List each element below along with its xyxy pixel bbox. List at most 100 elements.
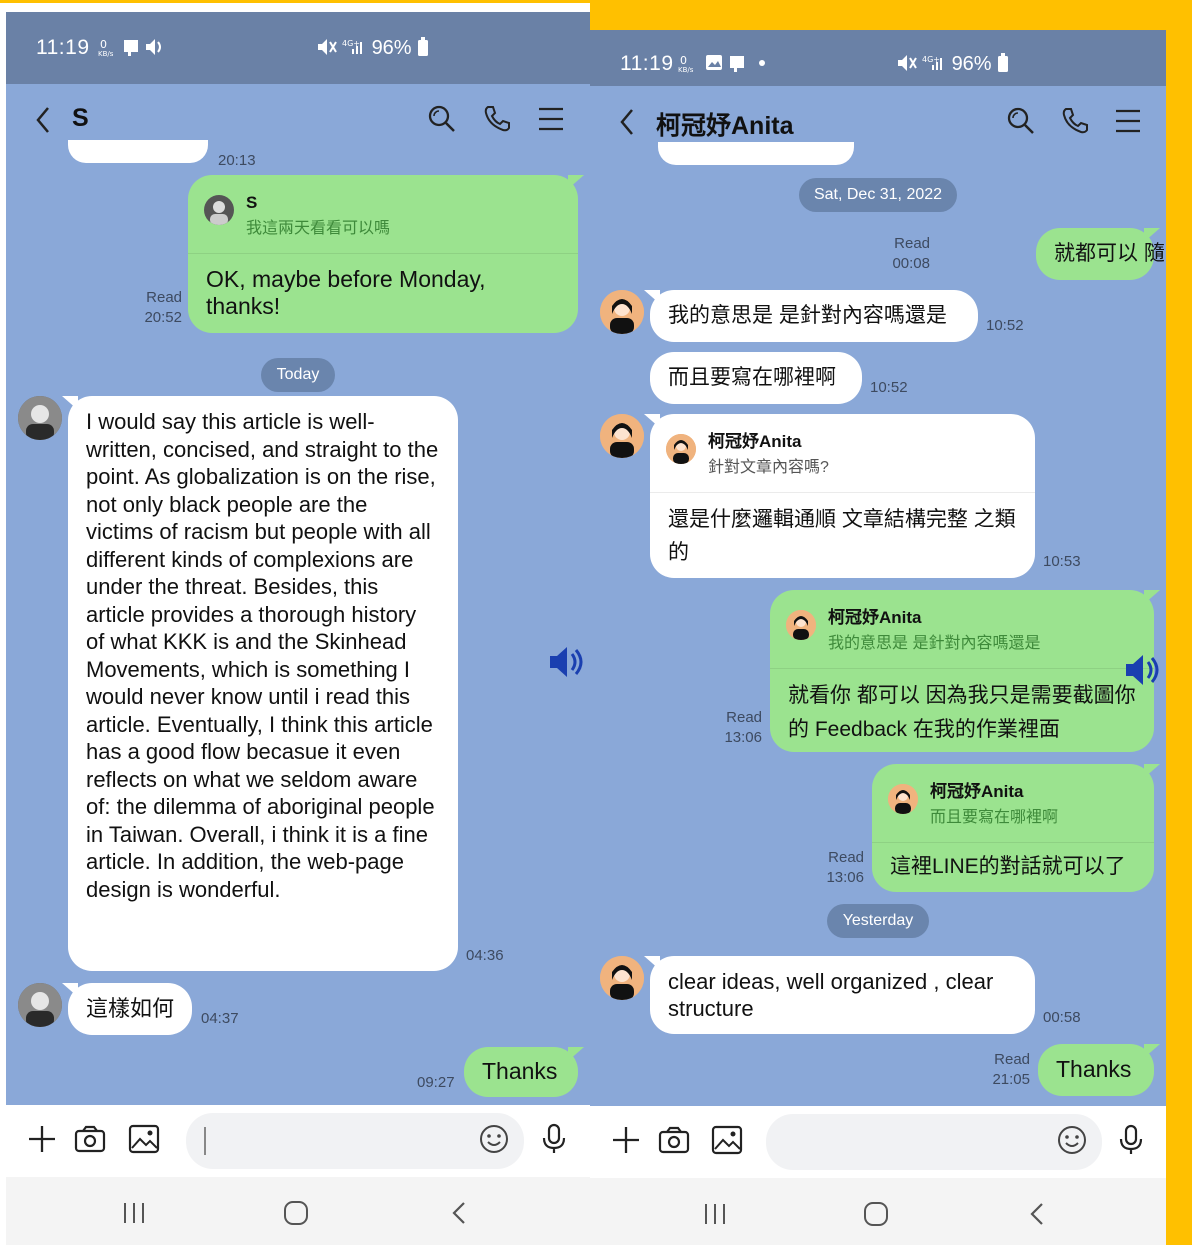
received-reply-bubble[interactable]: 柯冠妤Anita 針對文章內容嗎? 還是什麼邏輯通順 文章結構完整 之類的	[644, 414, 1035, 578]
phone-call-icon[interactable]	[482, 104, 512, 134]
image-icon[interactable]	[128, 1123, 160, 1155]
message-time: 13:06	[724, 729, 762, 746]
date-separator: Today	[261, 358, 335, 392]
sent-message-bubble[interactable]: 就都可以 隨意發揮	[1036, 228, 1166, 280]
network-speed-icon: 0KB/s	[98, 38, 161, 58]
home-icon[interactable]	[862, 1200, 890, 1228]
sent-message-bubble[interactable]: Thanks	[464, 1047, 584, 1097]
reply-quoted-text: 我的意思是 是針對內容嗎還是	[828, 635, 1041, 652]
reply-quote[interactable]: 柯冠妤Anita 而且要寫在哪裡啊	[872, 764, 1154, 843]
message-text: clear ideas, well organized , clear stru…	[668, 969, 994, 1021]
message-text: 就都可以 隨意發揮	[1054, 242, 1166, 265]
received-message-bubble[interactable]: 而且要寫在哪裡啊	[650, 352, 862, 404]
chat-title: 柯冠妤Anita	[656, 112, 794, 140]
microphone-icon[interactable]	[538, 1123, 570, 1155]
received-message-bubble[interactable]: 我的意思是 是針對內容嗎還是	[644, 290, 978, 342]
emoji-icon[interactable]	[1056, 1124, 1088, 1156]
recent-apps-icon[interactable]	[701, 1200, 729, 1228]
message-input[interactable]	[186, 1113, 524, 1169]
avatar	[204, 195, 234, 225]
microphone-icon[interactable]	[1115, 1124, 1147, 1156]
read-receipt: Read 13:06	[814, 848, 864, 888]
recent-apps-icon[interactable]	[120, 1199, 148, 1227]
battery-icon	[418, 37, 429, 56]
message-list: 20:13 S 我這兩天看看可以嗎 OK, maybe before Monda…	[6, 140, 590, 1105]
chat-title: S	[72, 104, 89, 132]
frame-border	[590, 0, 1192, 30]
back-arrow-icon[interactable]	[614, 104, 642, 140]
status-bar: 11:19 0 KB/s 4G+ 96%	[590, 30, 1166, 86]
back-nav-icon[interactable]	[446, 1199, 474, 1227]
received-message-bubble[interactable]: 這樣如何	[62, 983, 192, 1035]
menu-icon[interactable]	[1113, 106, 1143, 136]
avatar[interactable]	[600, 290, 644, 334]
message-input-bar	[6, 1105, 590, 1177]
sent-reply-bubble[interactable]: 柯冠妤Anita 我的意思是 是針對內容嗎還是 就看你 都可以 因為我只是需要截…	[770, 590, 1160, 752]
message-time: 10:53	[1043, 553, 1081, 570]
avatar[interactable]	[600, 956, 644, 1000]
reply-quoted-text: 而且要寫在哪裡啊	[930, 809, 1059, 826]
plus-icon[interactable]	[610, 1124, 642, 1156]
left-chat-screen: 11:19 0 KB/s 4G+ 96% S 20:13 S 我這兩天看看可以嗎…	[6, 12, 590, 1245]
speaker-icon[interactable]	[1122, 650, 1162, 690]
reply-quoted-text: 針對文章內容嗎?	[708, 459, 829, 476]
received-message-bubble[interactable]: I would say this article is well-written…	[62, 396, 458, 971]
sent-reply-bubble[interactable]: 柯冠妤Anita 而且要寫在哪裡啊 這裡LINE的對話就可以了	[872, 764, 1160, 892]
avatar[interactable]	[18, 983, 62, 1027]
emoji-icon[interactable]	[478, 1123, 510, 1155]
partial-message-bubble	[658, 142, 854, 165]
read-label: Read	[146, 289, 182, 306]
camera-icon[interactable]	[74, 1123, 106, 1155]
message-input-bar	[590, 1106, 1166, 1178]
read-label: Read	[994, 1051, 1030, 1068]
svg-text:KB/s: KB/s	[98, 50, 114, 58]
message-input[interactable]	[766, 1114, 1102, 1170]
reply-quote[interactable]: 柯冠妤Anita 針對文章內容嗎?	[650, 414, 1035, 493]
message-time: 20:13	[218, 152, 256, 169]
status-time: 11:19	[620, 52, 674, 75]
back-nav-icon[interactable]	[1024, 1200, 1052, 1228]
message-time: 10:52	[986, 317, 1024, 334]
plus-icon[interactable]	[26, 1123, 58, 1155]
reply-sender-name: S	[246, 193, 258, 212]
message-text: Thanks	[482, 1058, 558, 1084]
phone-call-icon[interactable]	[1060, 106, 1090, 136]
battery-percent: 96%	[951, 53, 992, 75]
message-time: 00:08	[892, 255, 930, 272]
search-icon[interactable]	[427, 104, 457, 134]
message-text: 這樣如何	[86, 996, 175, 1021]
read-receipt: Read 21:05	[980, 1050, 1030, 1090]
reply-sender-name: 柯冠妤Anita	[828, 608, 922, 627]
read-receipt: Read 00:08	[880, 234, 930, 274]
status-right-icons: 4G+ 96%	[316, 36, 429, 60]
search-icon[interactable]	[1006, 106, 1036, 136]
read-label: Read	[726, 709, 762, 726]
menu-icon[interactable]	[536, 104, 566, 134]
sent-reply-bubble[interactable]: S 我這兩天看看可以嗎 OK, maybe before Monday, tha…	[188, 175, 584, 333]
avatar[interactable]	[18, 396, 62, 440]
reply-quote[interactable]: 柯冠妤Anita 我的意思是 是針對內容嗎還是	[770, 590, 1154, 669]
read-receipt: Read 20:52	[132, 288, 182, 328]
message-list: Sat, Dec 31, 2022 就都可以 隨意發揮 Read 00:08 我…	[590, 142, 1166, 1106]
message-text: 我的意思是 是針對內容嗎還是	[668, 304, 947, 327]
message-time: 13:06	[826, 869, 864, 886]
received-message-bubble[interactable]: clear ideas, well organized , clear stru…	[644, 956, 1035, 1034]
speaker-icon[interactable]	[546, 642, 586, 682]
battery-percent: 96%	[371, 37, 412, 59]
svg-text:KB/s: KB/s	[678, 66, 694, 74]
message-time: 04:37	[201, 1010, 239, 1027]
home-icon[interactable]	[282, 1199, 310, 1227]
image-icon[interactable]	[711, 1124, 743, 1156]
message-text: 還是什麼邏輯通順 文章結構完整 之類的	[668, 508, 1016, 564]
reply-quote[interactable]: S 我這兩天看看可以嗎	[188, 175, 578, 254]
avatar[interactable]	[600, 414, 644, 458]
message-text: Thanks	[1056, 1056, 1132, 1082]
camera-icon[interactable]	[658, 1124, 690, 1156]
avatar	[786, 610, 816, 640]
read-label: Read	[828, 849, 864, 866]
message-text: OK, maybe before Monday, thanks!	[206, 266, 486, 319]
sent-message-bubble[interactable]: Thanks	[1038, 1044, 1160, 1096]
system-nav-bar	[6, 1177, 590, 1245]
text-cursor	[204, 1127, 206, 1155]
back-arrow-icon[interactable]	[30, 102, 58, 138]
